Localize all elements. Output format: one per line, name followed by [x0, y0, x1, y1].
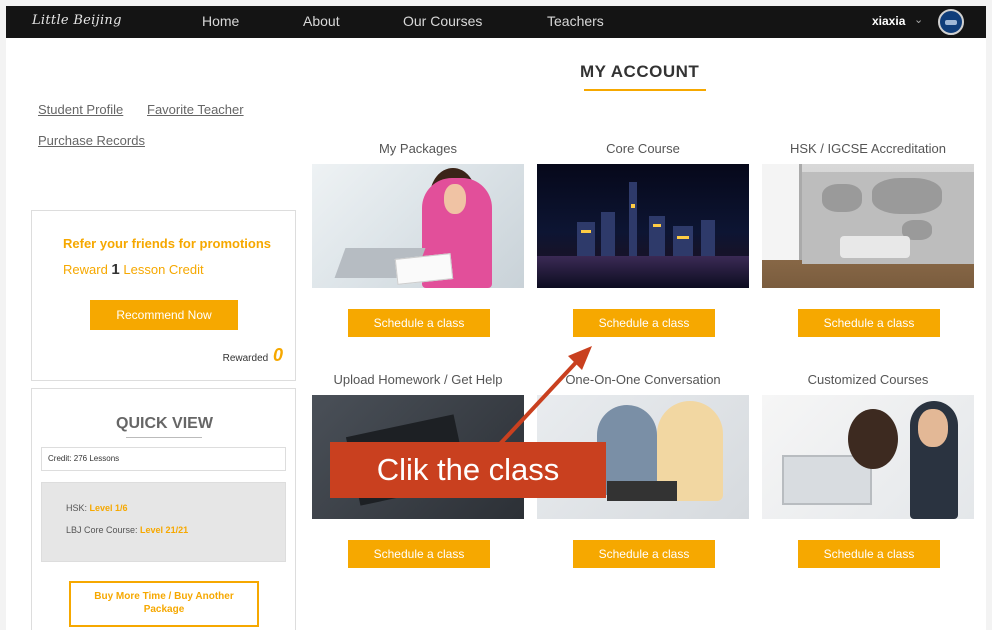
- annotation-callout: Clik the class: [330, 442, 606, 498]
- quick-view-underline: [126, 437, 202, 438]
- hsk-igcse-image[interactable]: [762, 164, 974, 288]
- recommend-now-button[interactable]: Recommend Now: [90, 300, 238, 330]
- card-title-upload-homework: Upload Homework / Get Help: [333, 372, 503, 387]
- nav-about[interactable]: About: [303, 13, 340, 29]
- quick-view-panel: QUICK VIEW Credit: 276 Lessons HSK: Leve…: [31, 388, 296, 630]
- page: Little Beijing Home About Our Courses Te…: [6, 6, 986, 630]
- rewarded-value: 0: [272, 345, 283, 365]
- reward-prefix: Reward: [63, 262, 108, 277]
- reward-count: 1: [111, 261, 120, 278]
- core-course-label: LBJ Core Course:: [66, 525, 138, 535]
- referral-panel: Refer your friends for promotions Reward…: [31, 210, 296, 381]
- card-title-core-course: Core Course: [606, 141, 680, 156]
- rewarded-count: Rewarded 0: [223, 345, 283, 366]
- card-title-customized-courses: Customized Courses: [807, 372, 929, 387]
- quick-view-title: QUICK VIEW: [116, 415, 213, 432]
- avatar[interactable]: [938, 9, 964, 35]
- hsk-label: HSK:: [66, 503, 88, 513]
- buy-more-button[interactable]: Buy More Time / Buy Another Package: [69, 581, 259, 627]
- my-packages-image[interactable]: [312, 164, 524, 288]
- nav-teachers[interactable]: Teachers: [547, 13, 604, 29]
- hsk-value: Level 1/6: [89, 503, 128, 513]
- nav-home[interactable]: Home: [202, 13, 239, 29]
- reward-suffix: Lesson Credit: [123, 262, 204, 277]
- buy-more-line-2: Package: [143, 604, 185, 615]
- card-title-hsk-igcse: HSK / IGCSE Accreditation: [789, 141, 947, 156]
- schedule-class-button-one-on-one[interactable]: Schedule a class: [573, 540, 715, 568]
- schedule-class-button-upload-homework[interactable]: Schedule a class: [348, 540, 490, 568]
- schedule-class-button-customized[interactable]: Schedule a class: [798, 540, 940, 568]
- card-title-my-packages: My Packages: [378, 141, 458, 156]
- level-panel: HSK: Level 1/6 LBJ Core Course: Level 21…: [41, 482, 286, 562]
- schedule-class-button-core-course[interactable]: Schedule a class: [573, 309, 715, 337]
- customized-courses-image[interactable]: [762, 395, 974, 519]
- hsk-level: HSK: Level 1/6: [66, 503, 128, 513]
- referral-title: Refer your friends for promotions: [63, 236, 272, 251]
- nav-our-courses[interactable]: Our Courses: [403, 13, 482, 29]
- core-course-level: LBJ Core Course: Level 21/21: [66, 525, 188, 535]
- credit-display: Credit: 276 Lessons: [41, 447, 286, 471]
- schedule-class-button-hsk-igcse[interactable]: Schedule a class: [798, 309, 940, 337]
- user-name[interactable]: xiaxia: [872, 14, 905, 28]
- core-course-image[interactable]: [537, 164, 749, 288]
- purchase-records-link[interactable]: Purchase Records: [38, 133, 145, 148]
- site-logo[interactable]: Little Beijing: [32, 13, 122, 28]
- rewarded-label: Rewarded: [222, 353, 269, 364]
- buy-more-line-1: Buy More Time / Buy Another: [94, 591, 234, 602]
- title-underline: [584, 89, 706, 91]
- student-profile-link[interactable]: Student Profile: [38, 102, 123, 117]
- favorite-teacher-link[interactable]: Favorite Teacher: [147, 102, 244, 117]
- top-nav: Little Beijing Home About Our Courses Te…: [6, 6, 986, 38]
- card-title-one-on-one: One-On-One Conversation: [565, 372, 721, 387]
- referral-reward: Reward 1 Lesson Credit: [63, 261, 204, 278]
- schedule-class-button-my-packages[interactable]: Schedule a class: [348, 309, 490, 337]
- core-course-value: Level 21/21: [140, 525, 189, 535]
- chevron-down-icon[interactable]: ⌄: [914, 13, 923, 26]
- page-title: MY ACCOUNT: [580, 62, 700, 81]
